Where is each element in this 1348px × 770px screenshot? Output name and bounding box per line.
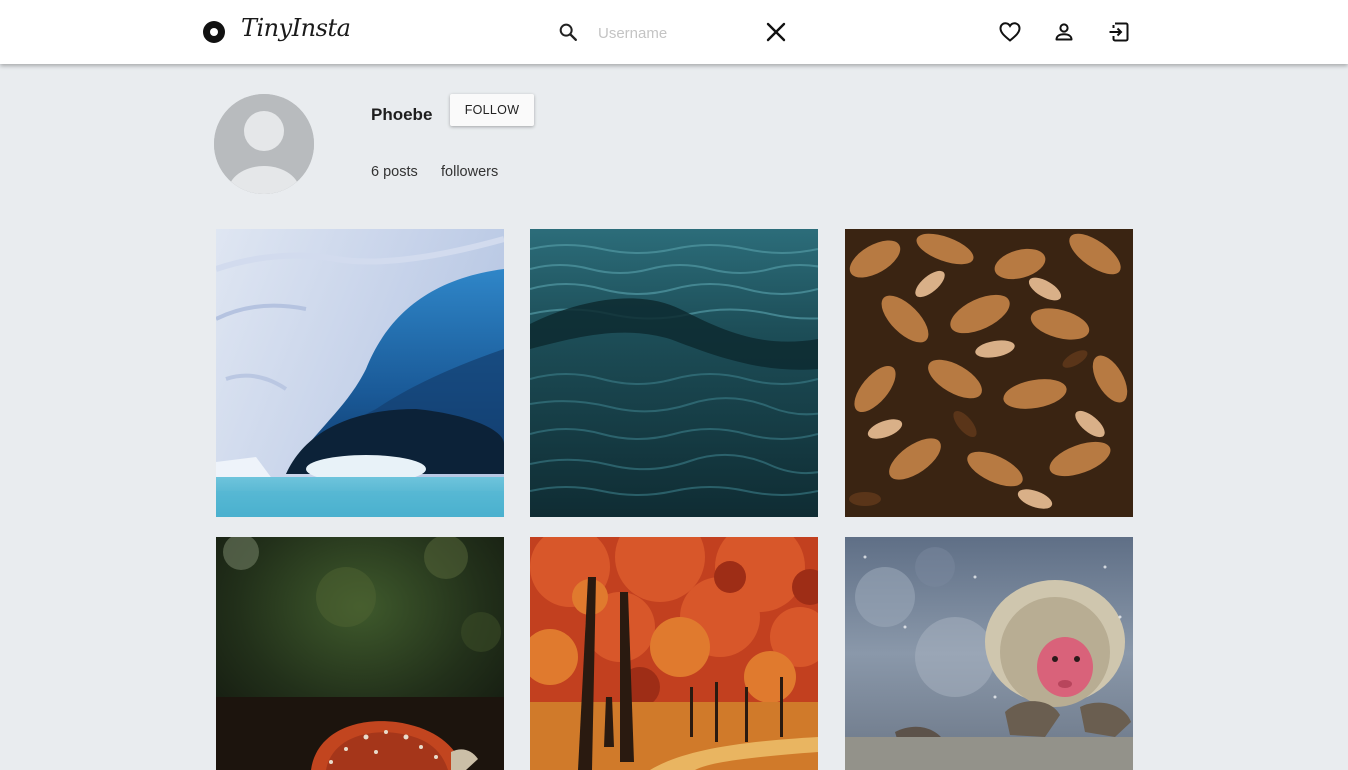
top-app-bar: TinyInsta <box>0 0 1348 64</box>
followers-count[interactable]: followers <box>441 164 498 180</box>
logout-icon[interactable] <box>1107 20 1131 44</box>
close-icon[interactable] <box>764 20 788 44</box>
post-thumbnail-ocean[interactable] <box>530 229 818 517</box>
app-logo-text[interactable]: TinyInsta <box>241 14 351 42</box>
post-thumbnail-leaves[interactable] <box>845 229 1133 517</box>
posts-count: 6 posts <box>371 164 418 180</box>
post-thumbnail-red-forest[interactable] <box>530 537 818 770</box>
autumn-leaves-image <box>845 229 1133 517</box>
ocean-water-image <box>530 229 818 517</box>
logo-icon[interactable] <box>203 21 225 43</box>
username-search-input[interactable] <box>598 20 748 46</box>
snow-monkey-image <box>845 537 1133 770</box>
follow-button[interactable]: FOLLOW <box>450 94 534 126</box>
profile-username: Phoebe <box>371 105 433 124</box>
avatar <box>214 94 314 194</box>
person-icon[interactable] <box>1052 20 1076 44</box>
heart-icon[interactable] <box>998 20 1022 44</box>
red-forest-image <box>530 537 818 770</box>
mushroom-image <box>216 537 504 770</box>
post-thumbnail-snow-monkey[interactable] <box>845 537 1133 770</box>
post-thumbnail-ice-cave[interactable] <box>216 229 504 517</box>
search-icon[interactable] <box>557 21 579 43</box>
default-avatar-icon <box>214 94 314 194</box>
post-thumbnail-mushroom[interactable] <box>216 537 504 770</box>
ice-cave-image <box>216 229 504 517</box>
